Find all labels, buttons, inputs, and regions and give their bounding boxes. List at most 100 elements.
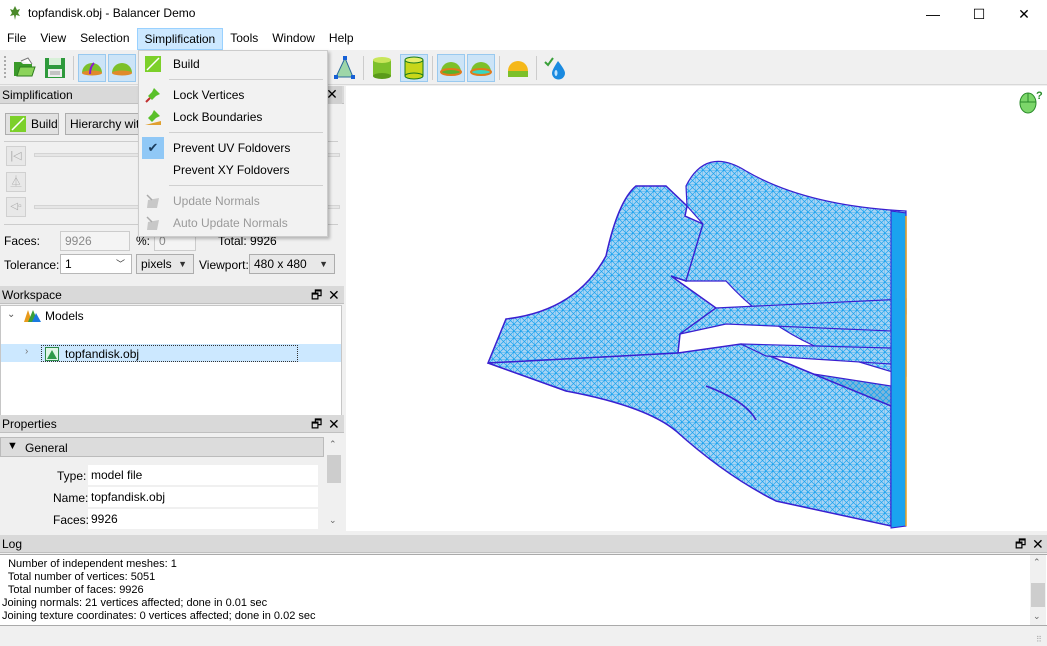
properties-scrollbar[interactable]: ⌃ ⌄	[326, 437, 342, 529]
first-level-button[interactable]: |◁	[6, 146, 26, 166]
scroll-thumb[interactable]	[1031, 583, 1045, 607]
property-key: Name:	[53, 491, 89, 505]
units-value: pixels	[141, 257, 172, 271]
menu-simplification[interactable]: Simplification	[136, 28, 224, 50]
mesh-surfaces	[486, 160, 907, 529]
dome-icon	[112, 63, 132, 76]
hierarchy-button-label: Hierarchy with	[70, 117, 145, 131]
wireframe-button[interactable]	[331, 54, 359, 82]
general-section-header[interactable]: ▼ General	[0, 437, 324, 457]
dome-boundary-button[interactable]	[437, 54, 465, 82]
float-icon[interactable]: 🗗	[1015, 535, 1026, 553]
log-line: Joining normals: 21 vertices affected; d…	[2, 597, 268, 609]
chevron-down-icon: ﹀	[115, 259, 125, 269]
cylinder-icon	[373, 57, 391, 79]
menu-file[interactable]: File	[0, 28, 33, 50]
build-icon	[10, 116, 26, 132]
simplification-title-text: Simplification	[2, 88, 73, 102]
property-value[interactable]: topfandisk.obj	[88, 487, 318, 507]
save-button[interactable]	[41, 54, 69, 82]
scroll-up-icon[interactable]: ⌃	[1033, 557, 1041, 568]
menu-separator	[169, 185, 323, 186]
log-line: Total number of faces: 9926	[2, 584, 144, 596]
workspace-title-text: Workspace	[2, 288, 62, 302]
chevron-right-icon[interactable]: ›	[25, 346, 28, 357]
properties-title-text: Properties	[2, 417, 57, 431]
simplification-menu: Build Lock Vertices Lock Boundaries ✔ Pr…	[138, 50, 328, 237]
dome-boundary-teal-button[interactable]	[467, 54, 495, 82]
mesh-model[interactable]	[346, 86, 1047, 531]
float-icon[interactable]: 🗗	[311, 286, 322, 304]
checkmark-icon: ✔	[142, 137, 164, 159]
close-icon[interactable]: ✕	[1032, 535, 1044, 553]
log-output[interactable]: Number of independent meshes: 1 Total nu…	[0, 554, 1047, 626]
tree-item-label: topfandisk.obj	[65, 347, 140, 361]
menu-view[interactable]: View	[33, 28, 73, 50]
viewport-combo[interactable]: 480 x 480 ▼	[249, 254, 335, 274]
menu-item-prevent-uv-foldovers[interactable]: ✔ Prevent UV Foldovers	[139, 137, 327, 159]
menu-item-prevent-xy-foldovers[interactable]: Prevent XY Foldovers	[139, 159, 327, 181]
menu-help[interactable]: Help	[322, 28, 361, 50]
float-icon[interactable]: 🗗	[311, 415, 322, 433]
dome-orange-button[interactable]	[504, 54, 532, 82]
menu-bar: File View Selection Simplification Tools…	[0, 28, 1047, 50]
tolerance-label: Tolerance:	[4, 258, 60, 272]
dropdown-arrow-icon: ▼	[319, 259, 328, 269]
scroll-thumb[interactable]	[327, 455, 341, 483]
scroll-down-icon[interactable]: ⌄	[329, 515, 337, 526]
hierarchy-button[interactable]: Hierarchy with	[65, 113, 145, 135]
close-icon[interactable]: ✕	[328, 415, 340, 433]
toolbar-separator	[536, 56, 537, 80]
scroll-up-icon[interactable]: ⌃	[329, 439, 337, 450]
log-panel: Log 🗗 ✕ Number of independent meshes: 1 …	[0, 535, 1047, 646]
tolerance-combo[interactable]: 1 ﹀	[60, 254, 132, 274]
water-drop-button[interactable]	[541, 54, 569, 82]
normals-icon	[146, 194, 159, 208]
dome-seam-button[interactable]	[78, 54, 106, 82]
build-button[interactable]: Build	[5, 113, 59, 135]
log-line: Total number of vertices: 5051	[2, 571, 156, 583]
collapse-button[interactable]: ⏅	[6, 172, 26, 192]
cylinder-outline-icon	[404, 56, 424, 80]
faces-field[interactable]: 9926	[60, 231, 130, 251]
section-label: General	[25, 441, 68, 455]
dome-with-seam-icon	[82, 62, 102, 76]
units-combo[interactable]: pixels ▼	[136, 254, 194, 274]
step-back-button[interactable]: ◁▫	[6, 197, 26, 217]
cylinder-outline-button[interactable]	[400, 54, 428, 82]
dome-button[interactable]	[108, 54, 136, 82]
menu-item-auto-update-normals[interactable]: Auto Update Normals	[139, 212, 327, 234]
tree-item-models[interactable]: Models	[45, 309, 84, 323]
property-value[interactable]: model file	[88, 465, 318, 485]
close-icon[interactable]: ✕	[328, 286, 340, 304]
menu-item-build[interactable]: Build	[139, 53, 327, 75]
toolbar-grip[interactable]	[4, 56, 8, 78]
faces-label: Faces:	[4, 234, 41, 248]
model-file-icon	[45, 347, 59, 361]
menu-selection[interactable]: Selection	[73, 28, 136, 50]
menu-window[interactable]: Window	[265, 28, 322, 50]
menu-item-lock-vertices[interactable]: Lock Vertices	[139, 84, 327, 106]
scroll-down-icon[interactable]: ⌄	[1033, 611, 1041, 622]
workspace-panel-title: Workspace	[0, 286, 344, 304]
tree-item-topfandisk[interactable]: topfandisk.obj	[41, 345, 298, 362]
properties-panel: Properties 🗗 ✕ ▼ General Type: model fil…	[0, 415, 344, 535]
close-button[interactable]: ✕	[1001, 0, 1047, 28]
menu-item-lock-boundaries[interactable]: Lock Boundaries	[139, 106, 327, 128]
log-line: Joining texture coordinates: 0 vertices …	[2, 610, 316, 622]
menu-tools[interactable]: Tools	[223, 28, 265, 50]
toolbar-separator	[432, 56, 433, 80]
open-file-button[interactable]	[10, 54, 38, 82]
maximize-button[interactable]: ☐	[956, 0, 1002, 28]
resize-grip[interactable]: ⠿	[1036, 635, 1042, 644]
property-value[interactable]: 9926	[88, 509, 318, 529]
dome-orange-icon	[508, 61, 528, 77]
open-file-icon	[14, 57, 36, 77]
cylinder-button[interactable]	[368, 54, 396, 82]
3d-viewport[interactable]: ?	[346, 86, 1047, 531]
chevron-down-icon[interactable]: ⌄	[7, 309, 15, 320]
menu-item-update-normals[interactable]: Update Normals	[139, 190, 327, 212]
properties-panel-title: Properties	[0, 415, 344, 433]
minimize-button[interactable]: —	[910, 0, 956, 28]
log-scrollbar[interactable]: ⌃ ⌄	[1030, 555, 1046, 625]
